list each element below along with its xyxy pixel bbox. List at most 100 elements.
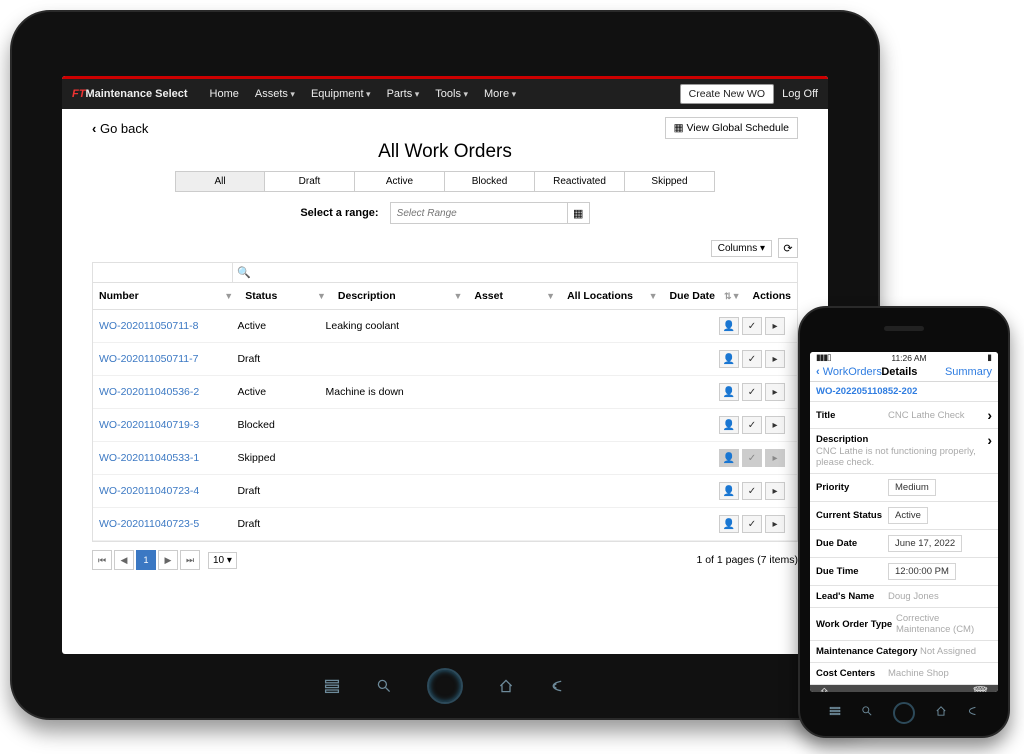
row-assign-icon[interactable]: 👤 — [719, 482, 739, 500]
hw-home-button[interactable] — [893, 702, 915, 724]
hw-home-button[interactable] — [427, 668, 463, 704]
filter-active[interactable]: Active — [355, 171, 445, 192]
row-play-icon[interactable]: ▸ — [765, 449, 785, 467]
wo-number-link[interactable]: WO-202011040719-3 — [99, 419, 199, 431]
wo-status: Skipped — [231, 445, 319, 471]
hw-back-icon[interactable] — [549, 677, 567, 695]
refresh-button[interactable]: ⟳ — [778, 238, 798, 258]
filter-icon[interactable]: ▼ — [224, 291, 233, 301]
row-check-icon[interactable]: ✓ — [742, 482, 762, 500]
row-play-icon[interactable]: ▸ — [765, 482, 785, 500]
row-play-icon[interactable]: ▸ — [765, 416, 785, 434]
row-check-icon[interactable]: ✓ — [742, 317, 762, 335]
field-due-date[interactable]: Due Date June 17, 2022 — [810, 530, 998, 558]
hw-menu-icon[interactable] — [323, 677, 341, 695]
row-check-icon[interactable]: ✓ — [742, 383, 762, 401]
field-description[interactable]: Description › CNC Lathe is not functioni… — [810, 429, 998, 474]
wo-number-link[interactable]: WO-202011050711-7 — [99, 353, 198, 365]
filter-draft[interactable]: Draft — [265, 171, 355, 192]
filter-icon[interactable]: ▼ — [649, 291, 658, 301]
tablet-screen: FTMaintenance Select Home Assets Equipme… — [62, 76, 828, 654]
row-check-icon[interactable]: ✓ — [742, 449, 762, 467]
col-asset[interactable]: Asset — [474, 290, 503, 302]
field-title[interactable]: Title CNC Lathe Check › — [810, 402, 998, 429]
row-assign-icon[interactable]: 👤 — [719, 317, 739, 335]
nav-more[interactable]: More — [476, 88, 524, 100]
filter-icon[interactable]: ▼ — [453, 291, 462, 301]
nav-parts[interactable]: Parts — [379, 88, 428, 100]
row-assign-icon[interactable]: 👤 — [719, 515, 739, 533]
page-size-select[interactable]: 10 ▾ — [208, 552, 237, 569]
wo-number-link[interactable]: WO-202011040723-4 — [99, 485, 199, 497]
row-assign-icon[interactable]: 👤 — [719, 416, 739, 434]
table-row: WO-202011040723-4Draft👤✓▸ — [93, 475, 797, 508]
page-next[interactable]: ▶ — [158, 550, 178, 570]
col-due[interactable]: Due Date — [670, 290, 716, 302]
nav-equipment[interactable]: Equipment — [303, 88, 379, 100]
page-prev[interactable]: ◀ — [114, 550, 134, 570]
row-assign-icon[interactable]: 👤 — [719, 350, 739, 368]
calendar-icon[interactable]: ▦ — [567, 203, 589, 223]
due-time-value[interactable]: 12:00:00 PM — [888, 563, 956, 580]
field-cost-centers: Cost Centers Machine Shop — [810, 663, 998, 685]
hw-home-icon[interactable] — [497, 677, 515, 695]
page-current[interactable]: 1 — [136, 550, 156, 570]
sort-icon[interactable]: ⇅▼ — [724, 291, 740, 302]
trash-icon[interactable]: 🗑 — [971, 685, 990, 692]
page-last[interactable]: ⏭ — [180, 550, 200, 570]
hw-search-icon[interactable] — [861, 704, 873, 722]
wo-number-link[interactable]: WO-202011050711-8 — [99, 320, 198, 332]
row-play-icon[interactable]: ▸ — [765, 350, 785, 368]
filter-icon[interactable]: ▼ — [546, 291, 555, 301]
logoff-button[interactable]: Log Off — [782, 88, 818, 100]
wo-number-link[interactable]: WO-202011040536-2 — [99, 386, 199, 398]
col-status[interactable]: Status — [245, 290, 277, 302]
nav-assets[interactable]: Assets — [247, 88, 303, 100]
field-due-time[interactable]: Due Time 12:00:00 PM — [810, 558, 998, 586]
priority-label: Priority — [816, 482, 888, 493]
search-icon[interactable]: 🔍 — [233, 263, 255, 282]
row-check-icon[interactable]: ✓ — [742, 515, 762, 533]
columns-dropdown[interactable]: Columns ▾ — [711, 240, 772, 257]
wo-number-link[interactable]: WO-202011040723-5 — [99, 518, 199, 530]
field-status[interactable]: Current Status Active — [810, 502, 998, 530]
hw-back-icon[interactable] — [967, 704, 979, 722]
row-assign-icon[interactable]: 👤 — [719, 449, 739, 467]
filter-reactivated[interactable]: Reactivated — [535, 171, 625, 192]
due-time-label: Due Time — [816, 566, 888, 577]
wo-due-date — [634, 418, 713, 432]
col-number[interactable]: Number — [99, 290, 139, 302]
row-play-icon[interactable]: ▸ — [765, 383, 785, 401]
go-back-link[interactable]: Go back — [92, 121, 148, 136]
priority-value[interactable]: Medium — [888, 479, 936, 496]
view-global-schedule-button[interactable]: View Global Schedule — [665, 117, 798, 139]
wo-number-link[interactable]: WO-202011040533-1 — [99, 452, 199, 464]
create-wo-button[interactable]: Create New WO — [680, 84, 774, 104]
row-play-icon[interactable]: ▸ — [765, 515, 785, 533]
page-first[interactable]: ⏮ — [92, 550, 112, 570]
nav-tools[interactable]: Tools — [427, 88, 476, 100]
hw-home-icon[interactable] — [935, 704, 947, 722]
filter-icon[interactable]: ▼ — [317, 291, 326, 301]
field-lead: Lead's Name Doug Jones — [810, 586, 998, 608]
range-input[interactable] — [391, 208, 567, 219]
wo-id-link[interactable]: WO-202205110852-202 — [810, 382, 998, 402]
col-locations[interactable]: All Locations — [567, 290, 633, 302]
phone-summary-button[interactable]: Summary — [945, 366, 992, 378]
status-value[interactable]: Active — [888, 507, 928, 524]
grid-search-input[interactable] — [93, 263, 233, 282]
filter-all[interactable]: All — [175, 171, 265, 192]
hw-menu-icon[interactable] — [829, 704, 841, 722]
due-date-value[interactable]: June 17, 2022 — [888, 535, 962, 552]
col-description[interactable]: Description — [338, 290, 396, 302]
nav-home[interactable]: Home — [202, 88, 247, 100]
share-icon[interactable]: ⇪ — [818, 685, 831, 692]
row-assign-icon[interactable]: 👤 — [719, 383, 739, 401]
row-play-icon[interactable]: ▸ — [765, 317, 785, 335]
field-priority[interactable]: Priority Medium — [810, 474, 998, 502]
row-check-icon[interactable]: ✓ — [742, 350, 762, 368]
filter-skipped[interactable]: Skipped — [625, 171, 715, 192]
filter-blocked[interactable]: Blocked — [445, 171, 535, 192]
row-check-icon[interactable]: ✓ — [742, 416, 762, 434]
hw-search-icon[interactable] — [375, 677, 393, 695]
